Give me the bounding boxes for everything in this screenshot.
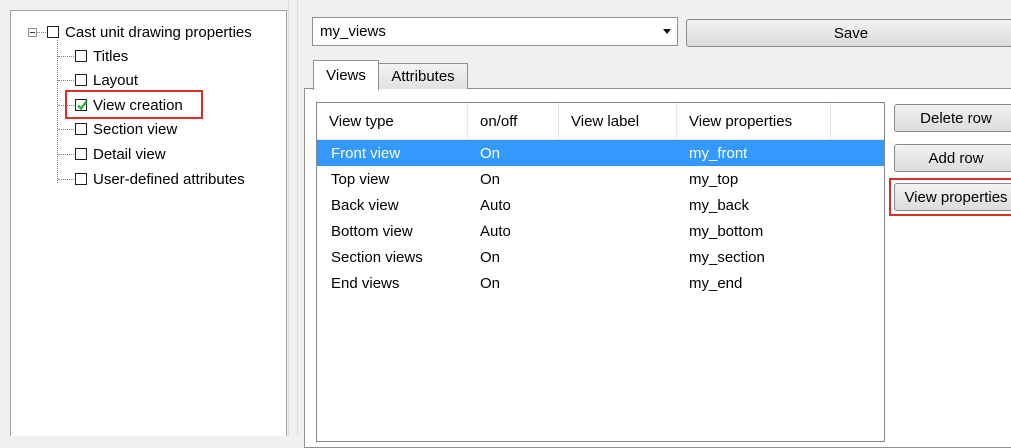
- cell-on-off[interactable]: On: [468, 166, 500, 192]
- tree-node-label: Cast unit drawing properties: [65, 23, 252, 41]
- tree-node-label: Section view: [93, 120, 178, 138]
- table-row[interactable]: End views On my_end: [317, 270, 884, 296]
- table-row[interactable]: Section views On my_section: [317, 244, 884, 270]
- cell-on-off[interactable]: Auto: [468, 192, 511, 218]
- checkbox-icon[interactable]: [75, 74, 87, 86]
- tree-node-layout[interactable]: Layout: [75, 70, 138, 90]
- save-button[interactable]: Save: [686, 19, 1011, 47]
- tab-attributes[interactable]: Attributes: [378, 63, 468, 89]
- column-header-on-off[interactable]: on/off: [468, 103, 559, 139]
- cell-view-label[interactable]: [559, 140, 571, 166]
- cell-view-properties[interactable]: my_front: [677, 140, 747, 166]
- tree-connector: [58, 154, 74, 155]
- cell-view-type: Back view: [331, 196, 399, 214]
- column-header-view-type[interactable]: View type: [317, 103, 468, 139]
- cell-view-label[interactable]: [559, 270, 571, 296]
- tree-node-label: View creation: [93, 96, 183, 114]
- cell-view-type: Top view: [331, 170, 390, 188]
- cell-view-type: Front view: [331, 144, 401, 162]
- tree-node-root[interactable]: Cast unit drawing properties: [47, 22, 252, 42]
- cell-view-type: Section views: [331, 248, 423, 266]
- tree-connector: [58, 56, 74, 57]
- cell-view-label[interactable]: [559, 192, 571, 218]
- cell-view-type: Bottom view: [331, 222, 413, 240]
- table-row[interactable]: Top view On my_top: [317, 166, 884, 192]
- property-tree-panel: Cast unit drawing properties Titles Layo…: [10, 10, 287, 436]
- tree-node-titles[interactable]: Titles: [75, 46, 128, 66]
- tree-node-label: Layout: [93, 71, 139, 89]
- tree-node-section-view[interactable]: Section view: [75, 119, 177, 139]
- table-row[interactable]: Bottom view Auto my_bottom: [317, 218, 884, 244]
- table-row[interactable]: Front view On my_front: [317, 140, 884, 166]
- delete-row-button[interactable]: Delete row: [894, 104, 1011, 132]
- tree-node-label: Detail view: [93, 145, 166, 163]
- views-table[interactable]: View type on/off View label View propert…: [316, 102, 885, 442]
- tree-connector: [58, 129, 74, 130]
- cell-on-off[interactable]: On: [468, 244, 500, 270]
- cell-view-properties[interactable]: my_top: [677, 166, 738, 192]
- checked-checkbox-icon[interactable]: [75, 99, 88, 111]
- add-row-button[interactable]: Add row: [894, 144, 1011, 172]
- checkbox-icon[interactable]: [75, 123, 87, 135]
- cell-on-off[interactable]: Auto: [468, 218, 511, 244]
- tree-node-detail-view[interactable]: Detail view: [75, 144, 166, 164]
- dropdown-arrow-icon[interactable]: [663, 29, 671, 34]
- column-header-view-properties[interactable]: View properties: [677, 103, 831, 139]
- table-row[interactable]: Back view Auto my_back: [317, 192, 884, 218]
- tree-node-label: User-defined attributes: [93, 170, 245, 188]
- collapse-icon[interactable]: [28, 28, 37, 37]
- cell-view-label[interactable]: [559, 218, 571, 244]
- column-header-view-label[interactable]: View label: [559, 103, 677, 139]
- tree-node-view-creation[interactable]: View creation: [75, 95, 183, 115]
- view-properties-button[interactable]: View properties: [894, 183, 1011, 211]
- tree-connector: [58, 179, 74, 180]
- checkbox-icon[interactable]: [47, 26, 59, 38]
- cell-view-properties[interactable]: my_bottom: [677, 218, 763, 244]
- panel-splitter[interactable]: [288, 0, 298, 436]
- table-header: View type on/off View label View propert…: [317, 103, 884, 140]
- tree-connector: [58, 105, 74, 106]
- checkbox-icon[interactable]: [75, 148, 87, 160]
- tree-connector: [58, 80, 74, 81]
- tree-connector: [57, 40, 58, 183]
- tree-connector: [37, 32, 46, 33]
- cell-view-type: End views: [331, 274, 400, 292]
- checkbox-icon[interactable]: [75, 50, 87, 62]
- cell-view-label[interactable]: [559, 244, 571, 270]
- cell-view-label[interactable]: [559, 166, 571, 192]
- cell-view-properties[interactable]: my_back: [677, 192, 749, 218]
- tab-views[interactable]: Views: [313, 60, 379, 90]
- combobox-value: my_views: [320, 23, 386, 40]
- cell-on-off[interactable]: On: [468, 140, 500, 166]
- tree-node-label: Titles: [93, 47, 129, 65]
- checkbox-icon[interactable]: [75, 173, 87, 185]
- cell-view-properties[interactable]: my_end: [677, 270, 742, 296]
- cell-on-off[interactable]: On: [468, 270, 500, 296]
- view-settings-combobox[interactable]: my_views: [312, 17, 678, 46]
- cell-view-properties[interactable]: my_section: [677, 244, 765, 270]
- tree-node-user-defined-attributes[interactable]: User-defined attributes: [75, 169, 245, 189]
